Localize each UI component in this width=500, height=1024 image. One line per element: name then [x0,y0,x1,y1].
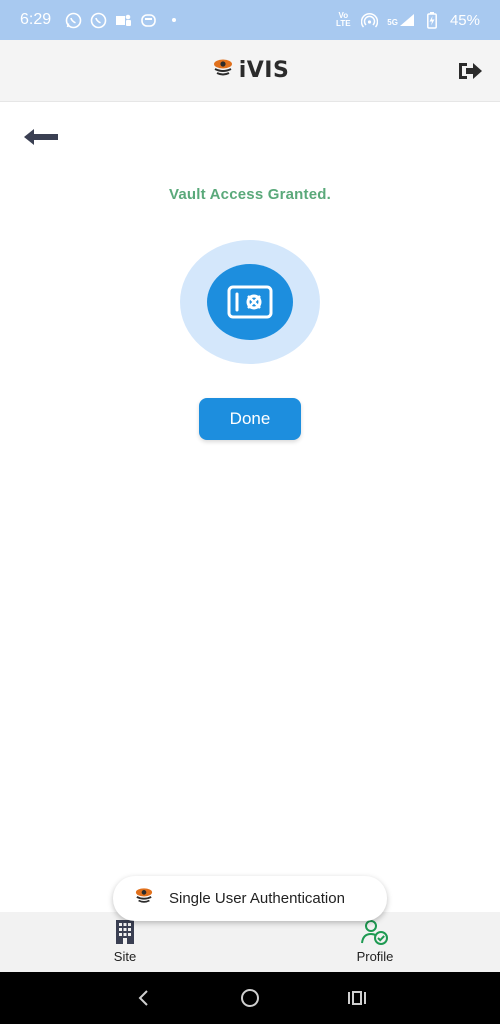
dot-icon [165,12,182,29]
teams-icon [115,12,132,29]
volte-indicator: Vo LTE [336,11,351,28]
system-home-button[interactable] [235,983,265,1013]
nav-item-profile[interactable]: Profile [250,912,500,972]
system-recents-button[interactable] [342,983,372,1013]
logout-icon [459,63,482,79]
nav-label-site: Site [113,949,137,964]
toast: Single User Authentication [113,876,387,921]
chevron-left-icon [138,990,149,1006]
signal-icon: 5G [387,13,415,27]
nav-item-site[interactable]: Site [0,912,250,972]
hotspot-icon [361,12,379,29]
done-button[interactable]: Done [199,398,301,440]
brand-name: iVIS [238,58,290,83]
status-time: 6:29 [20,11,52,28]
vault-access-message: Vault Access Granted. [168,186,332,203]
back-button[interactable] [22,124,60,150]
brand: iVIS [211,58,290,83]
whatsapp-icon [65,12,82,29]
arrow-left-icon [24,129,58,145]
vault-icon-badge [207,264,293,340]
vault-status-circle [180,240,320,364]
network-gen-label: 5G [387,18,398,27]
nav-label-profile: Profile [356,949,394,964]
bottom-nav: Site Profile [0,912,500,972]
battery-icon [424,11,441,29]
recents-icon [347,991,366,1005]
building-icon [116,920,134,944]
user-check-icon [361,920,388,945]
system-nav-bar [0,972,500,1024]
app-header: iVIS [0,40,500,102]
toast-text: Single User Authentication [169,890,345,907]
home-circle-icon [240,989,259,1007]
status-bar: 6:29 Vo LTE 5G 45% [0,0,500,40]
vault-icon [227,285,273,319]
battery-level: 45% [449,11,480,29]
whatsapp-business-icon [90,12,107,29]
ivis-logo-icon [133,887,155,910]
ivis-logo-icon [211,58,235,83]
app-notification-icon [140,12,157,29]
system-back-button[interactable] [128,983,158,1013]
logout-button[interactable] [456,58,484,84]
